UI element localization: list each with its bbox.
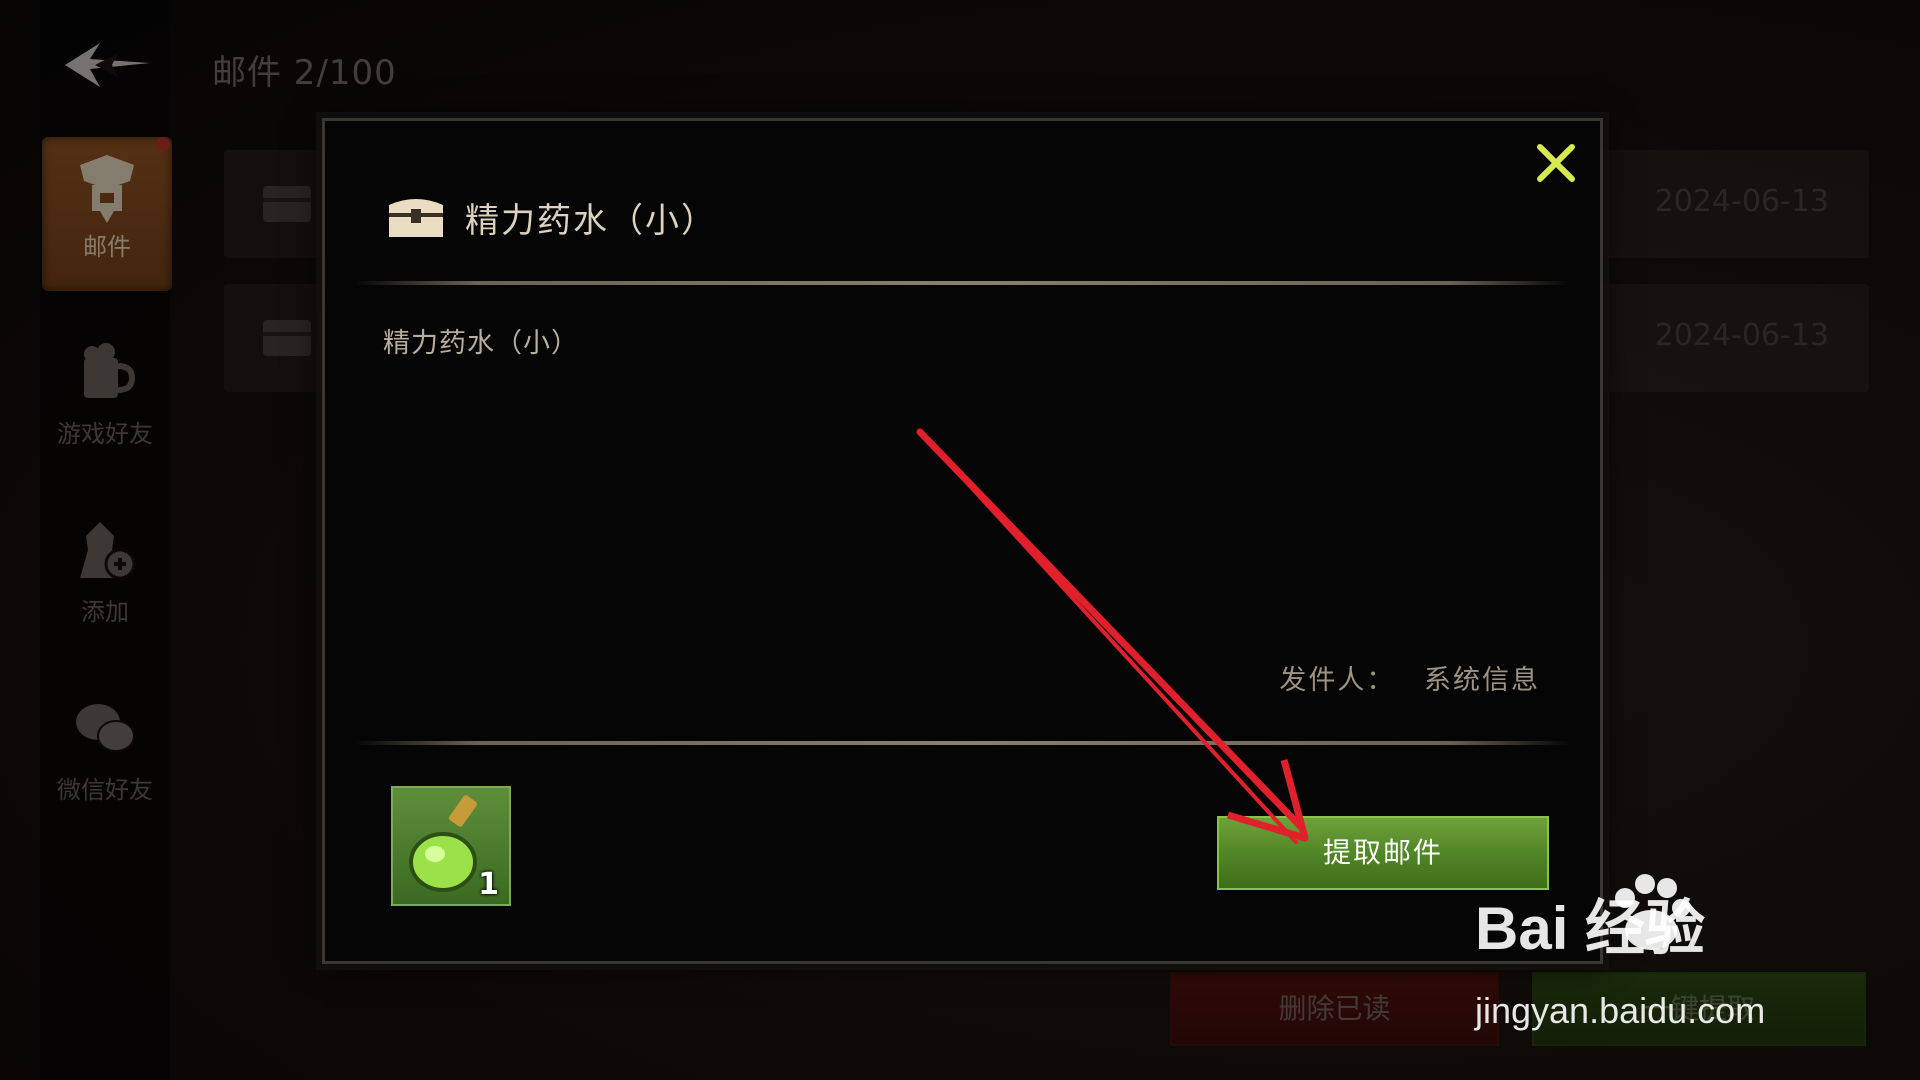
mail-detail-dialog: 精力药水（小） 精力药水（小） 发件人： 系统信息 1 提取邮件 (322, 118, 1603, 964)
sender-label: 发件人： (1279, 665, 1396, 696)
divider (355, 741, 1570, 745)
mail-title: 精力药水（小） (465, 201, 717, 241)
treasure-chest-icon (389, 199, 443, 237)
close-button[interactable] (1534, 141, 1578, 185)
mail-body-text: 精力药水（小） (383, 328, 579, 359)
sender-name: 系统信息 (1424, 665, 1540, 696)
watermark: Bai 经验 jingyan.baidu.com (1475, 874, 1835, 1040)
attachment-item[interactable]: 1 (391, 786, 511, 906)
watermark-url: jingyan.baidu.com (1475, 990, 1766, 1031)
close-icon (1537, 144, 1575, 182)
claim-mail-button[interactable]: 提取邮件 (1217, 816, 1549, 890)
item-count: 1 (478, 867, 499, 902)
sender-line: 发件人： 系统信息 (1279, 658, 1540, 697)
divider (355, 281, 1570, 285)
paw-logo-icon (1615, 874, 1690, 950)
